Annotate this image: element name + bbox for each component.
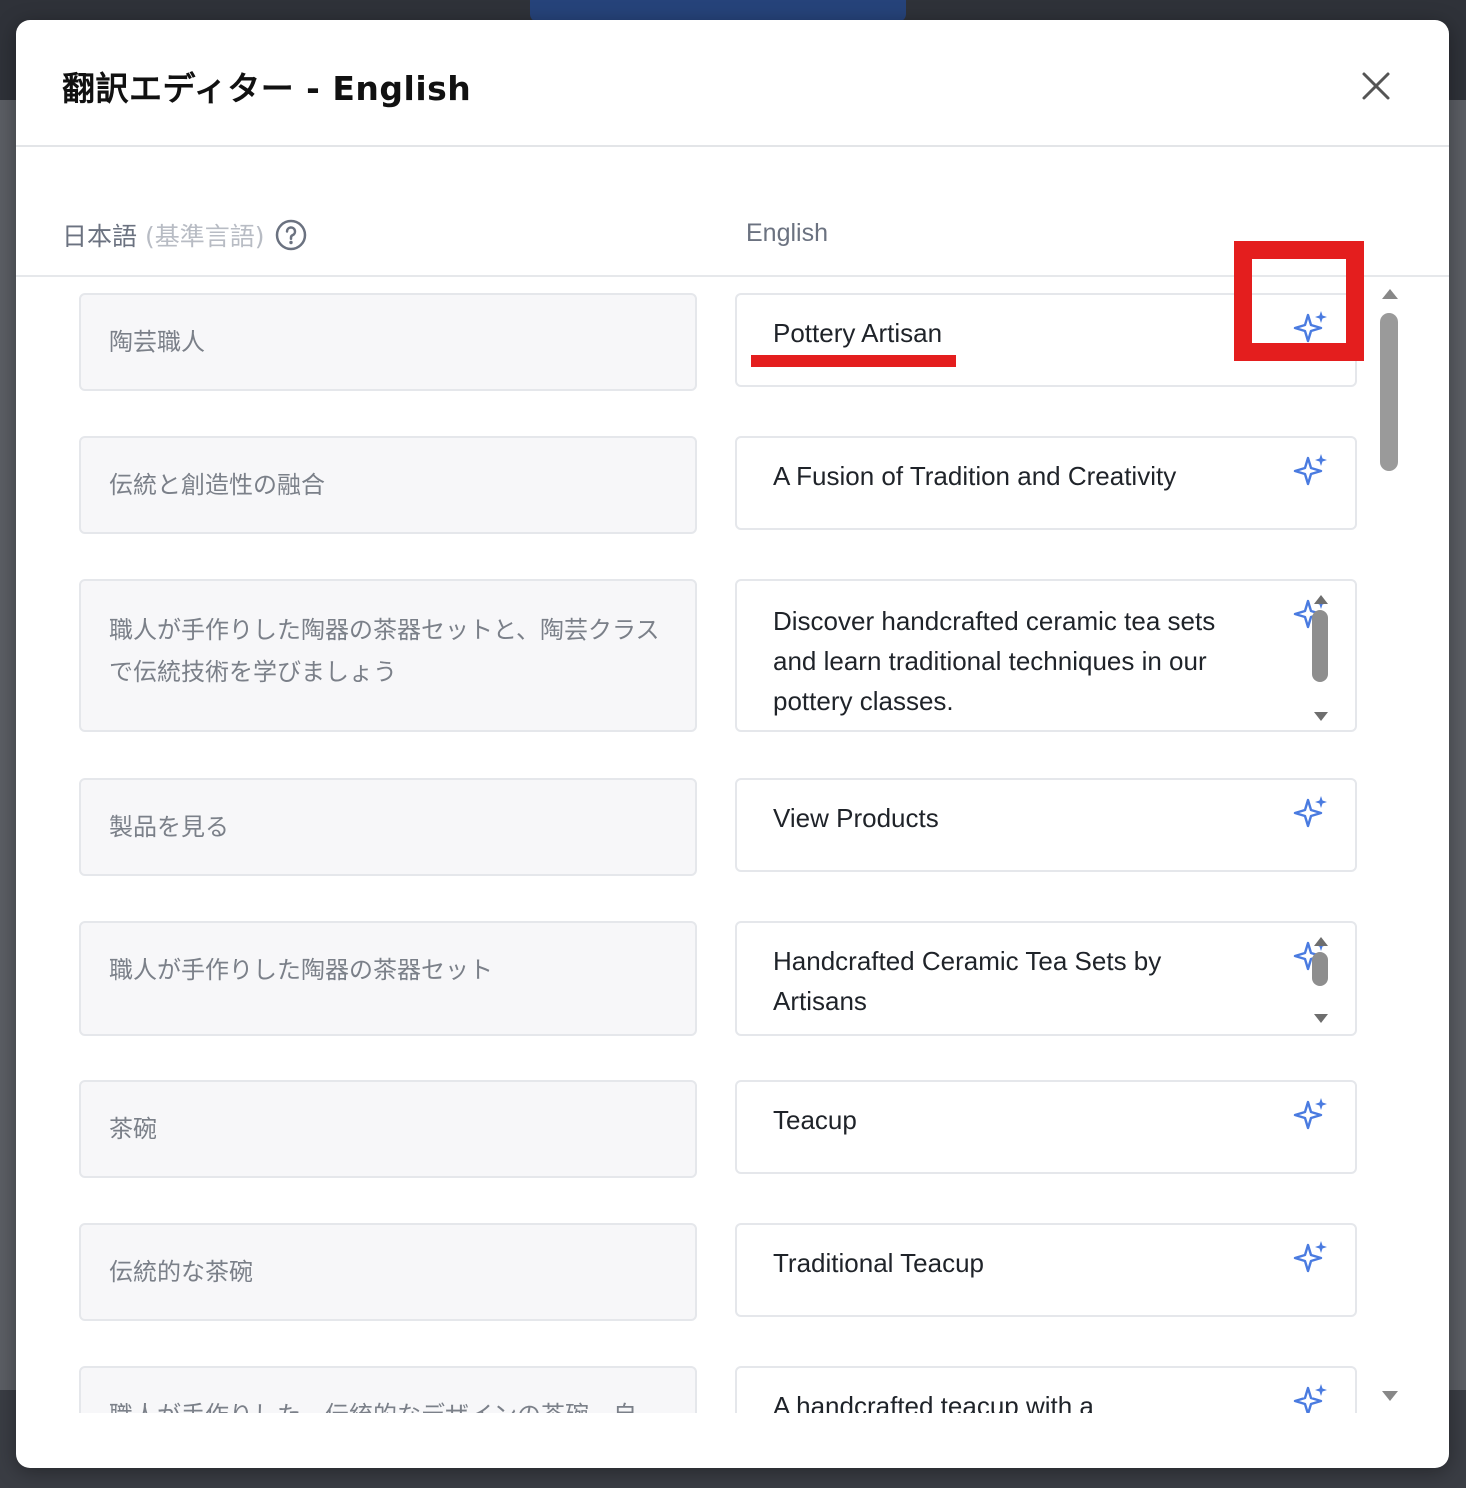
sparkle-icon[interactable] [1293, 452, 1329, 488]
list-scrollbar[interactable] [1376, 285, 1404, 1415]
target-text-field[interactable]: View Products [735, 778, 1357, 872]
field-scrollbar[interactable] [1311, 595, 1331, 721]
target-text-field[interactable]: Traditional Teacup [735, 1223, 1357, 1317]
sparkle-icon[interactable] [1293, 1239, 1329, 1275]
sparkle-icon[interactable] [1293, 1382, 1329, 1413]
target-text: A Fusion of Tradition and Creativity [773, 461, 1177, 491]
sparkle-icon[interactable] [1293, 794, 1329, 830]
scroll-up-arrow-icon[interactable] [1382, 289, 1398, 299]
field-scrollbar[interactable] [1311, 937, 1331, 1023]
source-text-field: 伝統的な茶碗 [79, 1223, 697, 1321]
source-column-header: 日本語 (基準言語) [62, 217, 307, 253]
target-text: Traditional Teacup [773, 1248, 985, 1278]
translation-list: 陶芸職人 Pottery Artisan 伝統と創造性の融合 A Fusion … [16, 277, 1391, 1413]
source-language-label: 日本語 [62, 222, 138, 251]
target-text-field[interactable]: A handcrafted teacup with a [735, 1366, 1357, 1413]
source-text-field: 製品を見る [79, 778, 697, 876]
background-add-section-button [530, 0, 906, 22]
help-circle-icon[interactable] [275, 219, 307, 251]
target-text: Pottery Artisan [773, 318, 943, 348]
close-icon[interactable] [1356, 66, 1396, 106]
scroll-thumb[interactable] [1380, 313, 1398, 471]
target-text: View Products [773, 803, 939, 833]
scroll-thumb[interactable] [1312, 610, 1328, 682]
target-text-field[interactable]: Discover handcrafted ceramic tea sets an… [735, 579, 1357, 732]
annotation-highlight-box [1234, 241, 1364, 361]
target-text: Teacup [773, 1105, 857, 1135]
source-text-field: 職人が手作りした、伝統的なデザインの茶碗。自 [79, 1366, 697, 1413]
source-text-field: 職人が手作りした陶器の茶器セットと、陶芸クラスで伝統技術を学びましょう [79, 579, 697, 732]
sparkle-icon[interactable] [1293, 1096, 1329, 1132]
target-text: Discover handcrafted ceramic tea sets an… [773, 606, 1216, 716]
modal-header: 翻訳エディター - English [16, 20, 1449, 147]
source-text-field: 職人が手作りした陶器の茶器セット [79, 921, 697, 1036]
scroll-thumb[interactable] [1312, 952, 1328, 986]
scroll-up-arrow-icon[interactable] [1314, 595, 1328, 604]
target-text-field[interactable]: A Fusion of Tradition and Creativity [735, 436, 1357, 530]
modal-title: 翻訳エディター - English [62, 69, 472, 108]
translation-editor-modal: 翻訳エディター - English 日本語 (基準言語) English 陶芸職… [16, 20, 1449, 1468]
scroll-up-arrow-icon[interactable] [1314, 937, 1328, 946]
target-column-header: English [746, 219, 828, 247]
annotation-underline [751, 355, 956, 367]
scroll-down-arrow-icon[interactable] [1314, 712, 1328, 721]
source-text-field: 茶碗 [79, 1080, 697, 1178]
base-language-note: (基準言語) [145, 222, 265, 251]
scroll-down-arrow-icon[interactable] [1382, 1391, 1398, 1401]
scroll-down-arrow-icon[interactable] [1314, 1014, 1328, 1023]
target-text: A handcrafted teacup with a [773, 1391, 1094, 1413]
target-text-field[interactable]: Teacup [735, 1080, 1357, 1174]
target-text-field[interactable]: Handcrafted Ceramic Tea Sets by Artisans [735, 921, 1357, 1036]
source-text-field: 伝統と創造性の融合 [79, 436, 697, 534]
target-text: Handcrafted Ceramic Tea Sets by Artisans [773, 946, 1162, 1016]
source-text-field: 陶芸職人 [79, 293, 697, 391]
